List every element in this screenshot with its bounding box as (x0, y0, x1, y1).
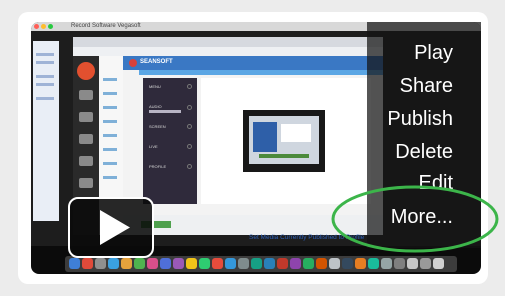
footer-link: Set Media Currently Published to Profile (249, 234, 365, 241)
sidebar-item: MENU (149, 84, 161, 89)
menu-item-delete[interactable]: Delete (395, 141, 453, 164)
menu-item-play[interactable]: Play (414, 42, 453, 65)
side-window (33, 41, 59, 221)
web-app-footer (123, 215, 383, 235)
web-app-main (201, 78, 371, 204)
menu-item-share[interactable]: Share (400, 75, 453, 98)
play-icon (100, 210, 130, 245)
video-options-menu: Play Share Publish Delete Edit More... (367, 22, 481, 248)
recording-thumbnail (243, 110, 325, 172)
menu-item-more[interactable]: More... (391, 206, 453, 229)
menu-bar-title: Record Software Vegasoft (71, 23, 141, 29)
menu-item-edit[interactable]: Edit (419, 172, 453, 195)
play-button[interactable] (68, 197, 154, 258)
web-app-brand: SEANSOFT (140, 59, 173, 65)
sidebar-item: AUDIO (149, 104, 162, 109)
sidebar-item: SCREEN (149, 124, 166, 129)
web-app-sidebar: MENU AUDIO SCREEN LIVE PROFILE (143, 78, 197, 204)
app-logo (77, 62, 95, 80)
sidebar-item: LIVE (149, 144, 158, 149)
menu-item-publish[interactable]: Publish (387, 108, 453, 131)
mac-dock (65, 256, 457, 272)
web-app-header: SEANSOFT (123, 56, 383, 70)
sidebar-item: PROFILE (149, 164, 167, 169)
